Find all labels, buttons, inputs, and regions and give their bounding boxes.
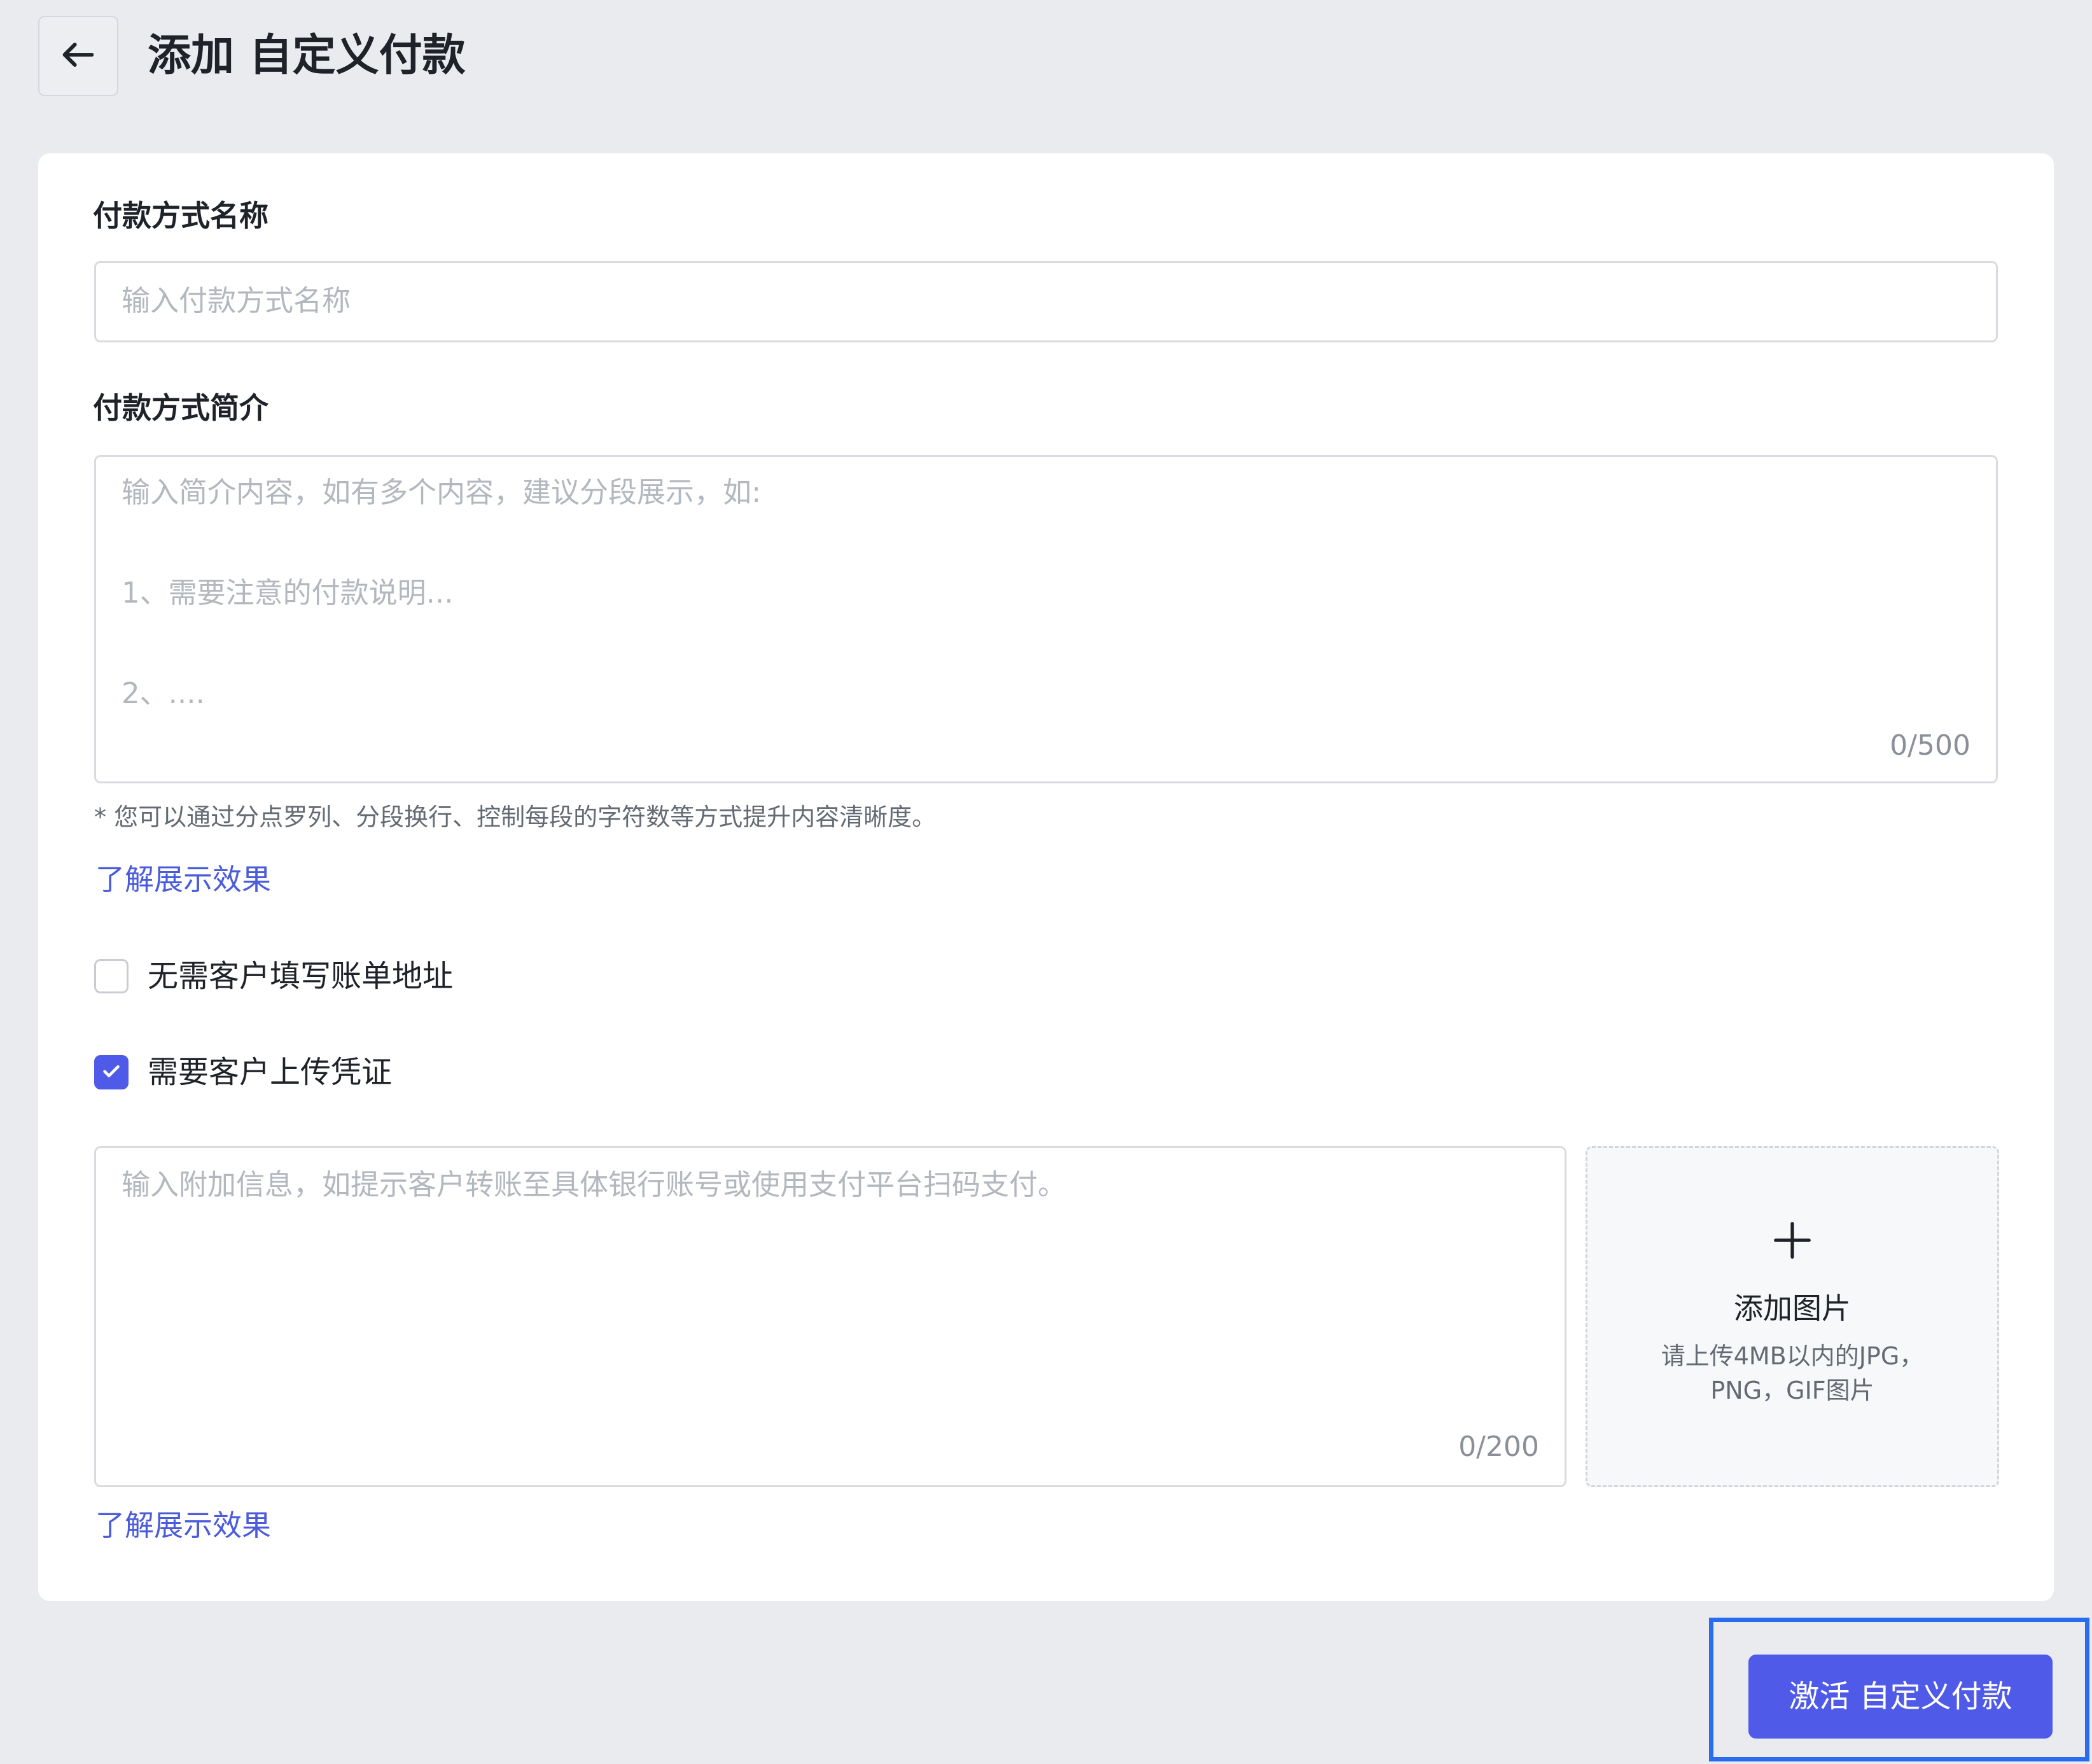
require-voucher-checkbox[interactable] — [94, 1055, 129, 1089]
name-input-placeholder: 输入付款方式名称 — [122, 284, 351, 318]
add-image-description-line-1: 请上传4MB以内的JPG， — [1661, 1342, 1924, 1370]
page-title: 添加 自定义付款 — [148, 31, 466, 81]
activate-custom-payment-button[interactable]: 激活 自定义付款 — [1748, 1655, 2053, 1739]
intro-textarea[interactable]: 输入简介内容，如有多个内容，建议分段展示，如: 1、需要注意的付款说明... 2… — [94, 455, 1998, 783]
add-image-description-line-2: PNG，GIF图片 — [1710, 1376, 1874, 1404]
learn-more-link-2[interactable]: 了解展示效果 — [95, 1506, 271, 1544]
name-label: 付款方式名称 — [93, 199, 268, 233]
add-image-upload[interactable]: 添加图片 请上传4MB以内的JPG， PNG，GIF图片 — [1586, 1146, 1999, 1487]
extra-info-placeholder: 输入附加信息，如提示客户转账至具体银行账号或使用支付平台扫码支付。 — [122, 1168, 1067, 1201]
checkmark-icon — [100, 1060, 123, 1085]
no-billing-address-checkbox[interactable] — [94, 959, 129, 993]
extra-info-textarea[interactable]: 输入附加信息，如提示客户转账至具体银行账号或使用支付平台扫码支付。 0/200 — [94, 1146, 1566, 1487]
intro-label: 付款方式简介 — [93, 391, 268, 425]
require-voucher-option[interactable]: 需要客户上传凭证 — [94, 1053, 392, 1091]
form-card: 付款方式名称 输入付款方式名称 付款方式简介 输入简介内容，如有多个内容，建议分… — [38, 153, 2054, 1601]
intro-hint: * 您可以通过分点罗列、分段换行、控制每段的字符数等方式提升内容清晰度。 — [94, 803, 937, 831]
plus-icon — [1770, 1218, 1815, 1263]
no-billing-address-label: 无需客户填写账单地址 — [148, 958, 454, 994]
page: 添加 自定义付款 付款方式名称 输入付款方式名称 付款方式简介 输入简介内容，如… — [0, 0, 2092, 1764]
extra-info-char-counter: 0/200 — [1458, 1431, 1539, 1463]
name-input[interactable]: 输入付款方式名称 — [94, 261, 1998, 342]
intro-placeholder-line-3: 2、.... — [122, 676, 205, 710]
intro-placeholder-line-2: 1、需要注意的付款说明... — [122, 576, 454, 610]
no-billing-address-option[interactable]: 无需客户填写账单地址 — [94, 957, 453, 995]
add-image-title: 添加图片 — [1734, 1291, 1851, 1326]
intro-char-counter: 0/500 — [1890, 729, 1970, 762]
add-image-description: 请上传4MB以内的JPG， PNG，GIF图片 — [1626, 1339, 1959, 1408]
arrow-left-icon — [58, 34, 99, 78]
learn-more-link-1[interactable]: 了解展示效果 — [95, 860, 271, 899]
require-voucher-label: 需要客户上传凭证 — [148, 1054, 393, 1090]
intro-placeholder-line-1: 输入简介内容，如有多个内容，建议分段展示，如: — [122, 475, 762, 509]
back-button[interactable] — [38, 16, 118, 96]
